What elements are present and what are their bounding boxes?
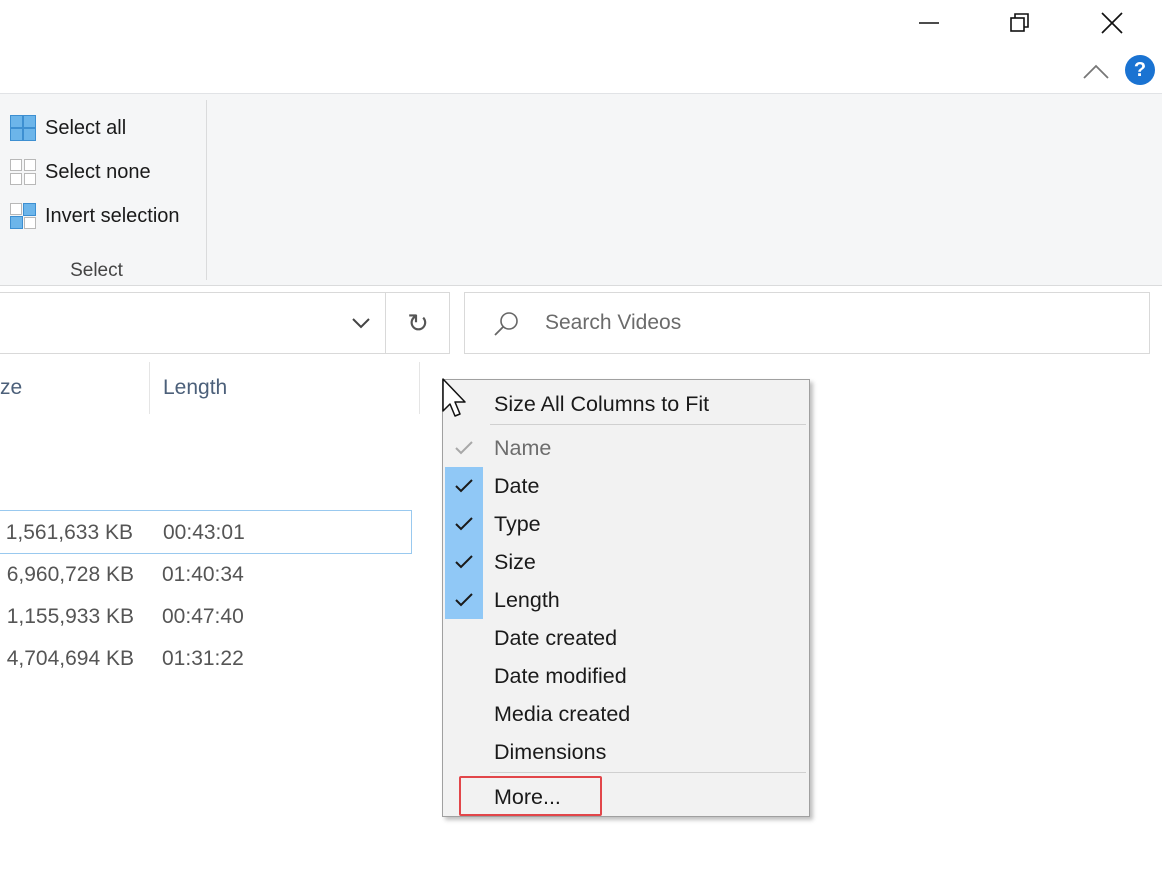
minimize-button[interactable] [906,0,952,45]
column-context-menu: Size All Columns to Fit Name Date Type Size… [442,379,810,817]
address-divider [385,293,386,353]
menu-item-date-modified[interactable]: Date modified [445,657,807,695]
ribbon-tab-row [0,45,1162,93]
table-row[interactable]: 6,960,728 KB 01:40:34 [0,553,412,597]
checkmark-icon [445,467,483,505]
invert-selection-label: Invert selection [45,204,180,227]
table-row[interactable]: 1,155,933 KB 00:47:40 [0,595,412,639]
menu-item-label: Type [494,511,541,536]
row-size: 6,960,728 KB [6,563,134,586]
close-button[interactable] [1089,0,1135,45]
menu-item-dimensions[interactable]: Dimensions [445,733,807,771]
refresh-button[interactable]: ↻ [387,293,449,353]
row-length: 00:47:40 [162,605,244,628]
menu-item-label: Date created [494,625,618,650]
menu-item-media-created[interactable]: Media created [445,695,807,733]
row-size: 1,561,633 KB [5,521,133,544]
collapse-ribbon-button[interactable] [1080,59,1112,83]
row-length: 01:40:34 [162,563,244,586]
row-length: 00:43:01 [163,521,245,544]
select-all-button[interactable]: Select all [10,113,126,143]
menu-item-label: Date modified [494,663,627,688]
menu-item-label: Dimensions [494,739,607,764]
menu-item-label: Name [494,435,552,460]
close-icon [1101,11,1123,34]
help-icon: ? [1133,58,1147,81]
column-size-label: ze [0,376,23,399]
menu-item-date[interactable]: Date [445,467,807,505]
minimize-icon [919,21,939,24]
address-bar[interactable]: ↻ [0,292,450,354]
ribbon: Select all Select none Invert selection … [0,93,1162,286]
title-bar [0,0,1162,45]
column-divider[interactable] [149,362,150,414]
menu-separator [490,772,806,773]
menu-item-size[interactable]: Size [445,543,807,581]
checkmark-icon [445,581,483,619]
restore-icon [1010,12,1029,32]
select-none-icon [10,159,36,185]
chevron-down-icon [352,318,370,329]
row-size: 4,704,694 KB [6,647,134,670]
menu-item-size-all-columns[interactable]: Size All Columns to Fit [445,385,807,423]
checkmark-icon [445,429,483,467]
menu-item-label: Media created [494,701,631,726]
menu-item-label: Size [494,549,536,574]
checkmark-icon [445,733,483,771]
invert-selection-button[interactable]: Invert selection [10,201,180,231]
help-button[interactable]: ? [1125,55,1155,85]
column-header-size[interactable]: ze [0,362,22,414]
search-box[interactable] [464,292,1150,354]
checkmark-icon [445,505,483,543]
search-input[interactable] [545,293,1125,353]
search-icon [494,312,518,336]
restore-button[interactable] [997,0,1043,45]
invert-selection-icon [10,203,36,229]
mouse-pointer-icon [442,378,466,417]
refresh-icon: ↻ [407,307,429,338]
menu-item-name: Name [445,429,807,467]
checkmark-icon [445,619,483,657]
column-divider[interactable] [419,362,420,414]
select-all-icon [10,115,36,141]
select-group-label: Select [70,260,123,281]
table-row[interactable]: 4,704,694 KB 01:31:22 [0,637,412,681]
select-group: Select all Select none Invert selection … [0,100,207,281]
row-size: 1,155,933 KB [6,605,134,628]
select-all-label: Select all [45,116,127,139]
menu-item-length[interactable]: Length [445,581,807,619]
address-dropdown-button[interactable] [337,293,385,353]
checkmark-icon [445,695,483,733]
more-highlight-box [459,776,602,816]
menu-item-label: Date [494,473,540,498]
menu-separator [490,424,806,425]
menu-item-date-created[interactable]: Date created [445,619,807,657]
navigation-bar: ↻ [0,286,1162,362]
menu-item-label: Length [494,587,560,612]
select-none-label: Select none [45,160,151,183]
menu-item-type[interactable]: Type [445,505,807,543]
row-length: 01:31:22 [162,647,244,670]
table-row[interactable]: 1,561,633 KB 00:43:01 [0,510,412,554]
checkmark-icon [445,543,483,581]
column-length-label: Length [163,376,228,399]
checkmark-icon [445,657,483,695]
column-header-length[interactable]: Length [163,362,227,414]
menu-item-label: Size All Columns to Fit [494,391,710,416]
chevron-up-icon [1083,64,1109,79]
select-none-button[interactable]: Select none [10,157,151,187]
